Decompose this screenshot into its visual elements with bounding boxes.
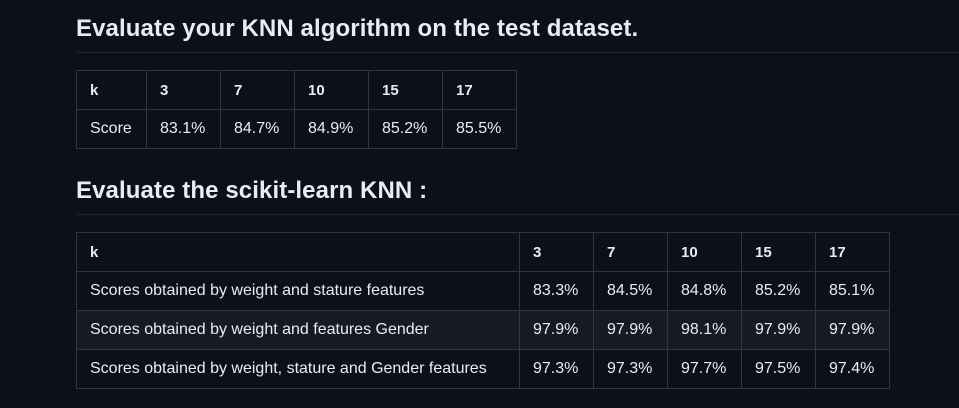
score-cell: 97.7%	[667, 349, 742, 389]
column-header: 10	[667, 232, 742, 272]
column-header: k	[76, 232, 520, 272]
section-title-custom-knn: Evaluate your KNN algorithm on the test …	[76, 15, 639, 42]
column-header: 3	[146, 70, 221, 110]
score-cell: 84.7%	[220, 109, 295, 149]
score-cell: 97.9%	[519, 310, 594, 350]
column-header: 10	[294, 70, 369, 110]
table-row: Scores obtained by weight and features G…	[76, 310, 890, 350]
score-cell: 98.1%	[667, 310, 742, 350]
score-cell: 97.9%	[741, 310, 816, 350]
column-header: 17	[442, 70, 517, 110]
sklearn-knn-scores-table: k 3 7 10 15 17 Scores obtained by weight…	[76, 232, 890, 389]
row-label: Scores obtained by weight and features G…	[76, 310, 520, 350]
column-header: 15	[368, 70, 443, 110]
table-header-row: k 3 7 10 15 17	[76, 232, 890, 272]
column-header: k	[76, 70, 147, 110]
row-label: Score	[76, 109, 147, 149]
score-cell: 97.4%	[815, 349, 890, 389]
score-cell: 84.8%	[667, 271, 742, 311]
notebook-output: Evaluate your KNN algorithm on the test …	[0, 0, 959, 408]
row-label: Scores obtained by weight, stature and G…	[76, 349, 520, 389]
row-label: Scores obtained by weight and stature fe…	[76, 271, 520, 311]
section-title-sklearn-knn: Evaluate the scikit-learn KNN :	[76, 177, 428, 204]
column-header: 7	[593, 232, 668, 272]
score-cell: 97.9%	[815, 310, 890, 350]
score-cell: 97.5%	[741, 349, 816, 389]
column-header: 7	[220, 70, 295, 110]
heading-divider	[76, 214, 959, 215]
heading-divider	[76, 52, 959, 53]
table-header-row: k 3 7 10 15 17	[76, 70, 517, 110]
score-cell: 97.3%	[593, 349, 668, 389]
column-header: 17	[815, 232, 890, 272]
score-cell: 85.5%	[442, 109, 517, 149]
score-cell: 83.3%	[519, 271, 594, 311]
column-header: 3	[519, 232, 594, 272]
score-cell: 97.9%	[593, 310, 668, 350]
table-row: Scores obtained by weight and stature fe…	[76, 271, 890, 311]
score-cell: 83.1%	[146, 109, 221, 149]
score-cell: 97.3%	[519, 349, 594, 389]
score-cell: 84.9%	[294, 109, 369, 149]
table-row: Score 83.1% 84.7% 84.9% 85.2% 85.5%	[76, 109, 517, 149]
score-cell: 85.2%	[741, 271, 816, 311]
score-cell: 85.1%	[815, 271, 890, 311]
custom-knn-scores-table: k 3 7 10 15 17 Score 83.1% 84.7% 84.9% 8…	[76, 70, 517, 149]
table-row: Scores obtained by weight, stature and G…	[76, 349, 890, 389]
column-header: 15	[741, 232, 816, 272]
score-cell: 85.2%	[368, 109, 443, 149]
score-cell: 84.5%	[593, 271, 668, 311]
